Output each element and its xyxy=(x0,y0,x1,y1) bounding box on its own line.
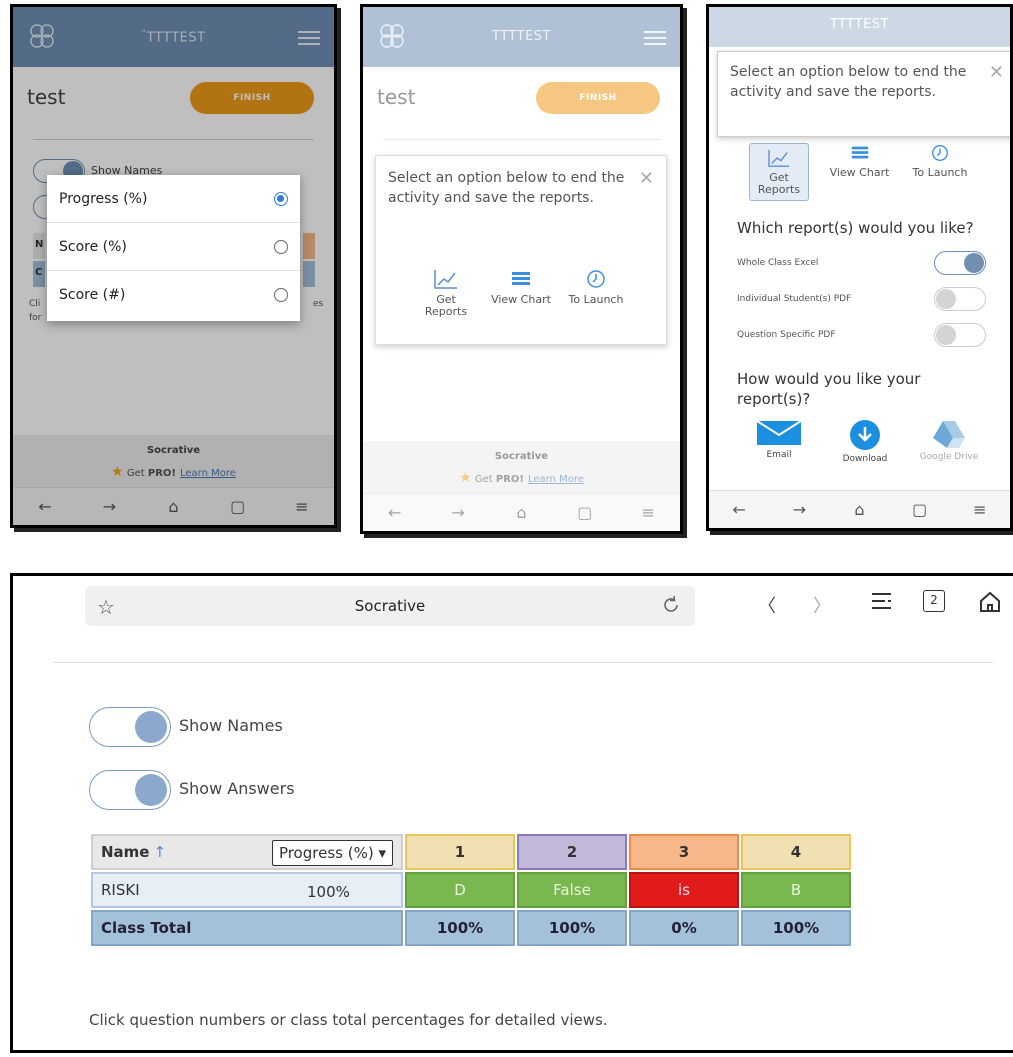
answer-cell-correct[interactable]: False xyxy=(517,872,627,908)
answer-cell-correct[interactable]: D xyxy=(405,872,515,908)
forward-arrow-icon[interactable]: → xyxy=(784,500,814,519)
finish-activity-dialog: Select an option below to end the activi… xyxy=(375,155,667,345)
page-title: Socrative xyxy=(354,597,426,615)
dropdown-option-score-count[interactable]: Score (#) xyxy=(47,271,300,319)
dropdown-option-score-pct[interactable]: Score (%) xyxy=(47,223,300,271)
class-total-row: Class Total 100% 100% 0% 100% xyxy=(91,910,851,946)
results-table: Name ↑ Progress (%) ▾ 1 2 3 4 RISKI 100% … xyxy=(89,832,853,948)
close-icon[interactable]: ✕ xyxy=(639,168,654,189)
clock-icon xyxy=(587,270,605,288)
phone-screen-dropdown: “TTTTEST test FINISH Show Names N C Cli … xyxy=(10,4,337,528)
class-total-q4[interactable]: 100% xyxy=(741,910,851,946)
download-option[interactable]: Download xyxy=(835,419,895,464)
browser-navbar: ← → ⌂ ▢ ≡ xyxy=(709,490,1010,528)
class-total-q2[interactable]: 100% xyxy=(517,910,627,946)
radio-icon[interactable] xyxy=(274,240,288,254)
table-hint-text: Click question numbers or class total pe… xyxy=(89,1011,608,1029)
show-names-toggle[interactable] xyxy=(89,707,171,747)
to-launch-option[interactable]: To Launch xyxy=(910,143,970,201)
tab-count-button[interactable]: 2 xyxy=(923,590,945,612)
radio-icon[interactable] xyxy=(274,288,288,302)
report-row-whole-class: Whole Class Excel xyxy=(737,249,986,277)
reports-chart-icon xyxy=(434,270,457,289)
divider xyxy=(53,662,993,663)
view-chart-option[interactable]: View Chart xyxy=(491,268,551,318)
question-4-header[interactable]: 4 xyxy=(741,834,851,870)
show-answers-label: Show Answers xyxy=(179,779,295,798)
answer-cell-correct[interactable]: B xyxy=(741,872,851,908)
back-chevron-icon[interactable]: 〈 xyxy=(758,592,776,618)
which-report-heading: Which report(s) would you like? xyxy=(737,219,974,237)
close-icon[interactable]: ✕ xyxy=(989,62,1004,83)
view-chart-icon xyxy=(512,272,530,285)
question-1-header[interactable]: 1 xyxy=(405,834,515,870)
envelope-icon xyxy=(756,420,802,445)
app-title: TTTTEST xyxy=(830,17,889,32)
phone-screen-finish-dialog: TTTTEST test FINISH Socrative ★ Get PRO!… xyxy=(360,4,683,534)
to-launch-option[interactable]: To Launch xyxy=(566,268,626,318)
sort-up-arrow-icon[interactable]: ↑ xyxy=(153,843,166,861)
class-total-q3[interactable]: 0% xyxy=(629,910,739,946)
dropdown-triangle-icon: ▾ xyxy=(378,844,386,862)
app-header: TTTTEST xyxy=(709,7,1010,47)
table-header-row: Name ↑ Progress (%) ▾ 1 2 3 4 xyxy=(91,834,851,870)
clock-icon xyxy=(932,145,948,161)
home-icon[interactable]: ⌂ xyxy=(844,500,874,519)
phone-screen-report-options: TTTTEST Get Reports View Chart To Launch… xyxy=(706,4,1013,531)
forward-chevron-icon[interactable]: 〉 xyxy=(813,592,831,618)
student-name-cell[interactable]: RISKI 100% xyxy=(91,872,403,908)
individual-student-pdf-toggle[interactable] xyxy=(934,287,986,311)
google-drive-icon xyxy=(933,421,965,448)
question-specific-pdf-toggle[interactable] xyxy=(934,323,986,347)
get-reports-option[interactable]: Get Reports xyxy=(749,143,809,201)
class-total-q1[interactable]: 100% xyxy=(405,910,515,946)
back-arrow-icon[interactable]: ← xyxy=(724,500,754,519)
email-option[interactable]: Email xyxy=(749,419,809,460)
reload-icon[interactable] xyxy=(661,595,681,615)
dropdown-option-progress-pct[interactable]: Progress (%) xyxy=(47,175,300,223)
report-row-individual: Individual Student(s) PDF xyxy=(737,285,986,313)
how-report-heading: How would you like your report(s)? xyxy=(737,370,921,408)
student-progress: 100% xyxy=(307,883,350,901)
question-3-header[interactable]: 3 xyxy=(629,834,739,870)
dialog-message: Select an option below to end the activi… xyxy=(730,64,967,100)
download-icon xyxy=(850,420,880,450)
google-drive-option[interactable]: Google Drive xyxy=(919,419,979,462)
table-row: RISKI 100% D False is B xyxy=(91,872,851,908)
show-names-label: Show Names xyxy=(179,716,283,735)
radio-selected-icon[interactable] xyxy=(274,192,288,206)
home-icon[interactable] xyxy=(978,590,1002,614)
metric-dropdown: Progress (%) Score (%) Score (#) xyxy=(47,175,300,321)
question-2-header[interactable]: 2 xyxy=(517,834,627,870)
dialog-message: Select an option below to end the activi… xyxy=(388,170,625,206)
view-chart-icon xyxy=(851,146,868,159)
report-row-question: Question Specific PDF xyxy=(737,321,986,349)
tabs-icon[interactable]: ▢ xyxy=(905,500,935,519)
reader-menu-icon[interactable] xyxy=(871,592,893,610)
metric-select[interactable]: Progress (%) ▾ xyxy=(271,840,393,866)
address-bar[interactable]: ☆ Socrative xyxy=(85,586,695,626)
reports-chart-icon xyxy=(768,149,789,167)
browser-results-view: ☆ Socrative 〈 〉 2 Show Names Show Answer… xyxy=(10,573,1013,1053)
answer-cell-incorrect[interactable]: is xyxy=(629,872,739,908)
view-chart-option[interactable]: View Chart xyxy=(830,143,890,201)
finish-activity-dialog: Select an option below to end the activi… xyxy=(717,51,1010,137)
show-answers-toggle[interactable] xyxy=(89,770,171,810)
get-reports-option[interactable]: Get Reports xyxy=(416,268,476,318)
menu-icon[interactable]: ≡ xyxy=(965,500,995,519)
class-total-label: Class Total xyxy=(91,910,403,946)
name-column-header[interactable]: Name ↑ Progress (%) ▾ xyxy=(91,834,403,870)
whole-class-excel-toggle[interactable] xyxy=(934,251,986,275)
